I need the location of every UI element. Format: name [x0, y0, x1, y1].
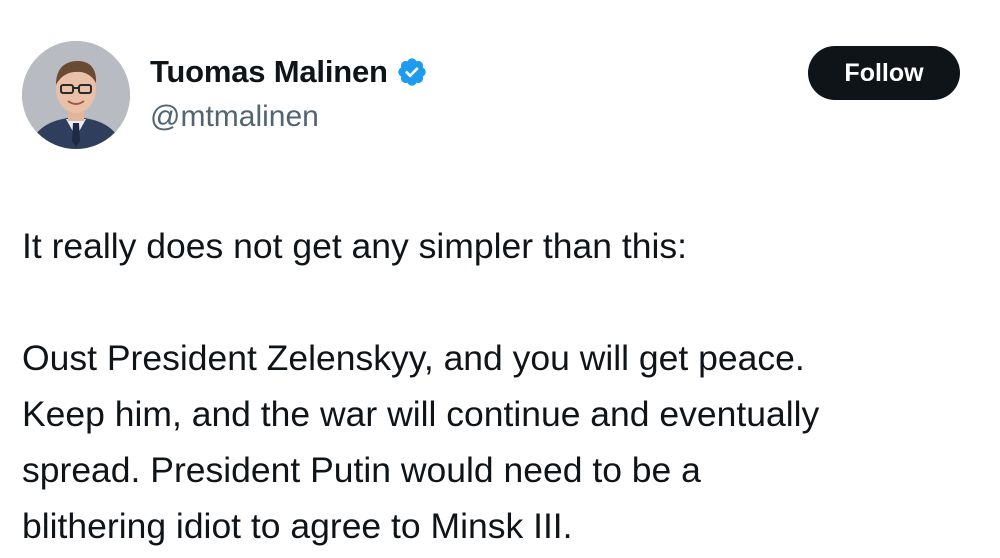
author-handle[interactable]: @mtmalinen [150, 100, 319, 134]
tweet-text: It really does not get any simpler than … [22, 218, 982, 554]
tweet-text-line: Keep him, and the war will continue and … [22, 394, 820, 434]
tweet-text-line: blithering idiot to agree to Minsk III. [22, 506, 573, 546]
author-name-row: Tuomas Malinen [150, 54, 428, 90]
paragraph-break [22, 274, 982, 330]
follow-button[interactable]: Follow [808, 46, 960, 100]
tweet-text-line: It really does not get any simpler than … [22, 226, 687, 266]
author-display-name[interactable]: Tuomas Malinen [150, 54, 388, 90]
tweet-text-line: spread. President Putin would need to be… [22, 450, 701, 490]
avatar-image [22, 41, 130, 149]
verified-badge-icon[interactable] [396, 56, 428, 88]
avatar[interactable] [22, 41, 130, 149]
tweet-text-line: Oust President Zelenskyy, and you will g… [22, 338, 805, 378]
tweet-card: Tuomas Malinen @mtmalinen Follow It real… [0, 0, 1000, 558]
